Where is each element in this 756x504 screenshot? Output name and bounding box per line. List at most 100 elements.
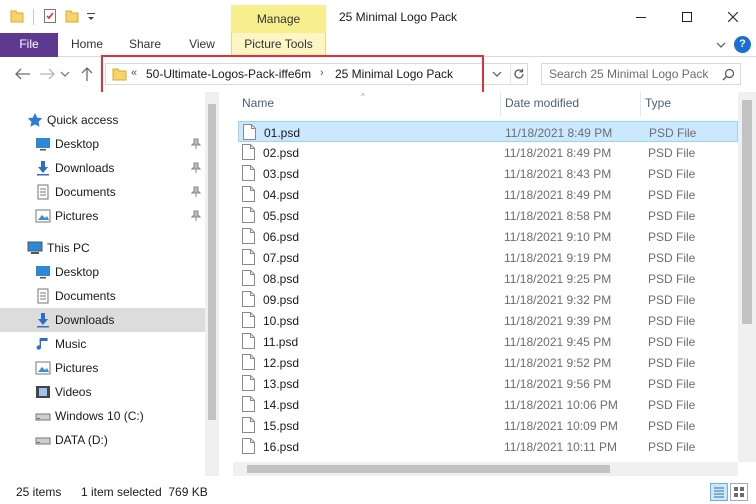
sidebar-item-pictures[interactable]: Pictures <box>0 204 205 228</box>
table-row[interactable]: 14.psd 11/18/2021 10:06 PM PSD File <box>238 394 738 415</box>
sidebar-item-pictures[interactable]: Pictures <box>0 356 205 380</box>
table-row[interactable]: 09.psd 11/18/2021 9:32 PM PSD File <box>238 289 738 310</box>
psd-file-icon <box>242 165 255 181</box>
table-row[interactable]: 08.psd 11/18/2021 9:25 PM PSD File <box>238 268 738 289</box>
psd-file-icon <box>242 396 255 412</box>
file-date: 11/18/2021 8:49 PM <box>504 146 612 160</box>
tab-file[interactable]: File <box>0 33 58 57</box>
scrollbar-thumb[interactable] <box>742 100 752 324</box>
column-name[interactable]: Name <box>238 92 500 116</box>
drive-icon <box>35 408 51 424</box>
breadcrumb-item[interactable]: 25 Minimal Logo Pack <box>335 67 453 81</box>
address-bar[interactable]: « 50-Ultimate-Logos-Pack-iffe6m › 25 Min… <box>105 63 528 85</box>
column-type[interactable]: Type <box>640 92 738 116</box>
back-button[interactable] <box>14 66 32 82</box>
sidebar-item-data-d[interactable]: DATA (D:) <box>0 428 205 452</box>
search-input[interactable]: Search 25 Minimal Logo Pack <box>541 63 741 85</box>
up-button[interactable] <box>78 66 96 82</box>
table-row[interactable]: 11.psd 11/18/2021 9:45 PM PSD File <box>238 331 738 352</box>
file-date: 11/18/2021 9:32 PM <box>504 293 612 307</box>
table-row[interactable]: 15.psd 11/18/2021 10:09 PM PSD File <box>238 415 738 436</box>
column-date-modified[interactable]: Date modified <box>500 92 640 116</box>
tab-picture-tools[interactable]: Picture Tools <box>231 33 326 57</box>
scrollbar-thumb[interactable] <box>208 104 216 420</box>
file-type: PSD File <box>648 440 696 454</box>
tab-view[interactable]: View <box>174 33 230 57</box>
help-button[interactable]: ? <box>734 36 751 53</box>
table-row[interactable]: 04.psd 11/18/2021 8:49 PM PSD File <box>238 184 738 205</box>
sidebar-item-quick-access[interactable]: Quick access <box>0 108 205 132</box>
maximize-button[interactable] <box>664 0 710 33</box>
folder-icon[interactable] <box>10 8 24 24</box>
details-view-button[interactable] <box>710 483 728 501</box>
file-name: 04.psd <box>263 188 300 202</box>
search-placeholder: Search 25 Minimal Logo Pack <box>549 67 709 81</box>
download-icon <box>35 160 51 176</box>
chevron-down-icon[interactable] <box>716 39 726 49</box>
pin-icon[interactable] <box>190 162 202 174</box>
sidebar-item-label: This PC <box>47 241 90 255</box>
table-row[interactable]: 07.psd 11/18/2021 9:19 PM PSD File <box>238 247 738 268</box>
table-row[interactable]: 13.psd 11/18/2021 9:56 PM PSD File <box>238 373 738 394</box>
minimize-button[interactable] <box>618 0 664 33</box>
table-row[interactable]: 03.psd 11/18/2021 8:43 PM PSD File <box>238 163 738 184</box>
large-icons-view-button[interactable] <box>730 483 748 501</box>
horizontal-scrollbar[interactable] <box>233 462 738 476</box>
file-date: 11/18/2021 8:58 PM <box>504 209 612 223</box>
table-row[interactable]: 12.psd 11/18/2021 9:52 PM PSD File <box>238 352 738 373</box>
tab-home[interactable]: Home <box>58 33 116 57</box>
sidebar-item-videos[interactable]: Videos <box>0 380 205 404</box>
recent-locations-button[interactable] <box>59 66 71 82</box>
scrollbar[interactable] <box>205 92 219 476</box>
breadcrumb-item[interactable]: 50-Ultimate-Logos-Pack-iffe6m <box>146 67 311 81</box>
properties-icon[interactable] <box>43 8 57 24</box>
sidebar-item-desktop[interactable]: Desktop <box>0 260 205 284</box>
sidebar-item-label: Music <box>55 337 87 351</box>
file-type: PSD File <box>648 146 696 160</box>
sidebar-item-downloads[interactable]: Downloads <box>0 156 205 180</box>
sidebar-item-desktop[interactable]: Desktop <box>0 132 205 156</box>
close-button[interactable] <box>710 0 756 33</box>
refresh-icon[interactable] <box>510 65 527 83</box>
sidebar-item-windows-10-c[interactable]: Windows 10 (C:) <box>0 404 205 428</box>
breadcrumb-overflow[interactable]: « <box>131 67 137 79</box>
manage-context-tab[interactable]: Manage <box>231 5 326 33</box>
pin-icon[interactable] <box>190 186 202 198</box>
breadcrumb-separator[interactable]: › <box>320 67 324 79</box>
file-date: 11/18/2021 10:06 PM <box>504 398 618 412</box>
sidebar-item-documents[interactable]: Documents <box>0 180 205 204</box>
pin-icon[interactable] <box>190 210 202 222</box>
search-icon[interactable] <box>722 68 735 81</box>
sidebar-item-label: Downloads <box>55 161 115 175</box>
tab-share[interactable]: Share <box>116 33 174 57</box>
file-name: 06.psd <box>263 230 300 244</box>
new-folder-icon[interactable] <box>65 8 79 24</box>
file-type: PSD File <box>648 356 696 370</box>
psd-file-icon <box>242 207 255 223</box>
pin-icon[interactable] <box>190 138 202 150</box>
table-row[interactable]: 02.psd 11/18/2021 8:49 PM PSD File <box>238 142 738 163</box>
chevron-down-icon[interactable] <box>490 68 504 80</box>
sidebar-item-downloads[interactable]: Downloads <box>0 308 205 332</box>
table-row[interactable]: 01.psd 11/18/2021 8:49 PM PSD File <box>238 121 738 142</box>
computer-icon <box>27 240 43 256</box>
psd-file-icon <box>242 186 255 202</box>
scrollbar[interactable] <box>738 92 756 462</box>
table-row[interactable]: 06.psd 11/18/2021 9:10 PM PSD File <box>238 226 738 247</box>
table-row[interactable]: 05.psd 11/18/2021 8:58 PM PSD File <box>238 205 738 226</box>
file-name: 08.psd <box>263 272 300 286</box>
file-name: 15.psd <box>263 419 300 433</box>
file-date: 11/18/2021 9:56 PM <box>504 377 612 391</box>
title-bar: Manage 25 Minimal Logo Pack <box>0 0 756 33</box>
table-row[interactable]: 16.psd 11/18/2021 10:11 PM PSD File <box>238 436 738 457</box>
file-name: 01.psd <box>264 126 301 140</box>
sidebar-item-documents[interactable]: Documents <box>0 284 205 308</box>
customize-toolbar-icon[interactable] <box>86 9 96 23</box>
sidebar-item-this-pc[interactable]: This PC <box>0 236 205 260</box>
scrollbar-thumb[interactable] <box>247 465 610 473</box>
forward-button[interactable] <box>38 66 56 82</box>
table-row[interactable]: 10.psd 11/18/2021 9:39 PM PSD File <box>238 310 738 331</box>
selection-info: 1 item selected 769 KB <box>81 485 208 499</box>
sidebar-item-music[interactable]: Music <box>0 332 205 356</box>
pictures-icon <box>35 208 51 224</box>
